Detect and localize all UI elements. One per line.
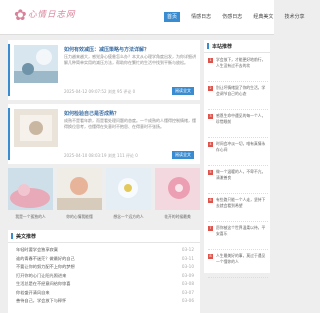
recommend-title[interactable]: 有些路只能一个人走，坚持下去就会看到希望	[216, 197, 268, 209]
recommend-title[interactable]: 做一个温暖的人，不卑不亢，清澈善良	[216, 169, 268, 181]
rank-badge: 6	[208, 198, 213, 203]
article-title[interactable]: 不要让你的努力配不上你的梦想	[16, 264, 75, 269]
gallery-item[interactable]: 你的心情我能懂	[57, 168, 102, 226]
gallery-photo[interactable]	[57, 168, 102, 210]
header-accent	[11, 233, 13, 239]
gallery-item[interactable]: 我是一个孤独的人	[8, 168, 53, 226]
rank-badge: 1	[208, 58, 213, 63]
list-item[interactable]: 你若盛开清风自来 03-07	[16, 289, 194, 298]
post-summary: 压力越来越大，感觉身心疲惫怎么办？本文从心理学角度出发，为你详细讲解几种简单实用…	[64, 54, 196, 65]
recommend-list: 1 学会放下，才能更好地前行，人生没有过不去的坎 2 别让坏情绪毁了你的生活，学会调…	[208, 56, 268, 280]
gallery-photo[interactable]	[106, 168, 151, 210]
gallery-caption[interactable]: 你的心情我能懂	[57, 214, 102, 220]
post-card[interactable]: 如何有效减压：减压策略与方法详解？ 压力越来越大，感觉身心疲惫怎么办？本文从心理…	[8, 40, 200, 100]
rank-badge: 7	[208, 226, 213, 231]
list-item[interactable]: 5 做一个温暖的人，不卑不亢，清澈善良	[208, 168, 268, 194]
photo-gallery: 我是一个孤独的人 你的心情我能懂 想念一个远方的人 花开的时候最美	[8, 168, 200, 226]
nav-item-tech[interactable]: 技术分享	[284, 12, 304, 22]
logo-text: 心情日志网	[28, 10, 76, 20]
gallery-caption[interactable]: 我是一个孤独的人	[8, 214, 53, 220]
article-date: 03-12	[181, 247, 194, 252]
sidebar-recommend: 本站推荐 1 学会放下，才能更好地前行，人生没有过不去的坎 2 别让坏情绪毁了你的生…	[204, 40, 270, 278]
post-title[interactable]: 如何检验自己是否成熟？	[64, 110, 119, 117]
gallery-item[interactable]: 花开的时候最美	[155, 168, 200, 226]
recommend-title[interactable]: 学会放下，才能更好地前行，人生没有过不去的坎	[216, 57, 268, 69]
post-thumbnail[interactable]	[14, 109, 58, 147]
nav-item-emotion[interactable]: 情感日志	[191, 12, 211, 22]
header-divider	[0, 34, 274, 35]
flower-icon: ✿	[14, 6, 27, 24]
rank-badge: 2	[208, 86, 213, 91]
list-item[interactable]: 谁的青春不迷茫？做最好的自己 03-11	[16, 255, 194, 264]
article-title[interactable]: 你若盛开清风自来	[16, 290, 50, 295]
gallery-caption[interactable]: 花开的时候最美	[155, 214, 200, 220]
site-header: ✿ 心情日志网 首页 情感日志 伤感日志 经典美文 技术分享	[0, 0, 304, 34]
article-title[interactable]: 打开你的心门让阳光照进来	[16, 273, 66, 278]
list-item[interactable]: 8 人生最美好的事，莫过于遇见一个懂你的人	[208, 252, 268, 278]
article-title[interactable]: 生活总是在不经意间给你惊喜	[16, 281, 70, 286]
list-item[interactable]: 7 愿你被这个世界温柔以待，平安喜乐	[208, 224, 268, 250]
recommend-title[interactable]: 人生最美好的事，莫过于遇见一个懂你的人	[216, 253, 268, 265]
read-more-button[interactable]: 阅读全文	[172, 151, 194, 159]
site-logo[interactable]: ✿ 心情日志网	[14, 6, 94, 24]
list-item[interactable]: 善待自己，学会放下与释怀 03-06	[16, 297, 194, 306]
rank-badge: 5	[208, 170, 213, 175]
rank-badge: 4	[208, 142, 213, 147]
header-accent	[207, 43, 209, 49]
recommend-title[interactable]: 感恩生命中遇见的每一个人，珍惜眼前	[216, 113, 268, 125]
nav-item-classic[interactable]: 经典美文	[253, 12, 273, 22]
recommend-title[interactable]: 别让坏情绪毁了你的生活，学会调节自己的心态	[216, 85, 268, 97]
post-title[interactable]: 如何有效减压：减压策略与方法详解？	[64, 46, 149, 53]
article-date: 03-07	[181, 289, 194, 295]
article-list: 年轻时要学会独享寂寞 03-12 谁的青春不迷茫？做最好的自己 03-11 不要让你…	[16, 246, 194, 306]
list-item[interactable]: 生活总是在不经意间给你惊喜 03-08	[16, 280, 194, 289]
nav-item-home[interactable]: 首页	[164, 12, 181, 22]
gallery-item[interactable]: 想念一个远方的人	[106, 168, 151, 226]
article-title[interactable]: 善待自己，学会放下与释怀	[16, 298, 66, 303]
rank-badge: 8	[208, 254, 213, 259]
nav-item-sad[interactable]: 伤感日志	[222, 12, 242, 22]
list-item[interactable]: 1 学会放下，才能更好地前行，人生没有过不去的坎	[208, 56, 268, 82]
post-summary: 成熟不是看年龄，而是看处理问题的态度。一个成熟的人懂得控制情绪，懂得换位思考，也…	[64, 118, 196, 129]
article-date: 03-11	[181, 255, 194, 261]
card-accent	[8, 44, 10, 96]
post-meta: 2025-04-10 08:03:19 浏览 111 评论 0	[64, 153, 138, 158]
list-item[interactable]: 不要让你的努力配不上你的梦想 03-10	[16, 263, 194, 272]
rank-badge: 3	[208, 114, 213, 119]
recommend-title[interactable]: 时间会冲淡一切，唯有真情永存心间	[216, 141, 268, 153]
gallery-caption[interactable]: 想念一个远方的人	[106, 214, 151, 220]
list-item[interactable]: 年轻时要学会独享寂寞 03-12	[16, 246, 194, 255]
list-item[interactable]: 4 时间会冲淡一切，唯有真情永存心间	[208, 140, 268, 166]
panel-title: 美文推荐	[16, 234, 37, 240]
main-nav: 首页 情感日志 伤感日志 经典美文 技术分享	[164, 12, 310, 22]
post-thumbnail[interactable]	[14, 45, 58, 83]
article-list-panel: 美文推荐 年轻时要学会独享寂寞 03-12 谁的青春不迷茫？做最好的自己 03-11…	[8, 230, 200, 313]
recommend-title[interactable]: 愿你被这个世界温柔以待，平安喜乐	[216, 225, 268, 237]
list-item[interactable]: 2 别让坏情绪毁了你的生活，学会调节自己的心态	[208, 84, 268, 110]
list-item[interactable]: 3 感恩生命中遇见的每一个人，珍惜眼前	[208, 112, 268, 138]
article-date: 03-06	[181, 298, 194, 303]
list-item[interactable]: 6 有些路只能一个人走，坚持下去就会看到希望	[208, 196, 268, 222]
article-date: 03-08	[181, 281, 194, 286]
panel-header: 美文推荐	[8, 230, 200, 243]
article-title[interactable]: 谁的青春不迷茫？做最好的自己	[16, 256, 75, 261]
gallery-photo[interactable]	[155, 168, 200, 210]
card-accent	[8, 108, 10, 160]
panel-title: 本站推荐	[212, 44, 233, 50]
gallery-photo[interactable]	[8, 168, 53, 210]
post-card[interactable]: 如何检验自己是否成熟？ 成熟不是看年龄，而是看处理问题的态度。一个成熟的人懂得控…	[8, 104, 200, 164]
read-more-button[interactable]: 阅读全文	[172, 87, 194, 95]
panel-header: 本站推荐	[204, 40, 270, 53]
article-title[interactable]: 年轻时要学会独享寂寞	[16, 247, 58, 252]
post-meta: 2025-04-12 09:07:52 浏览 95 评论 0	[64, 89, 136, 94]
article-date: 03-10	[181, 264, 194, 269]
